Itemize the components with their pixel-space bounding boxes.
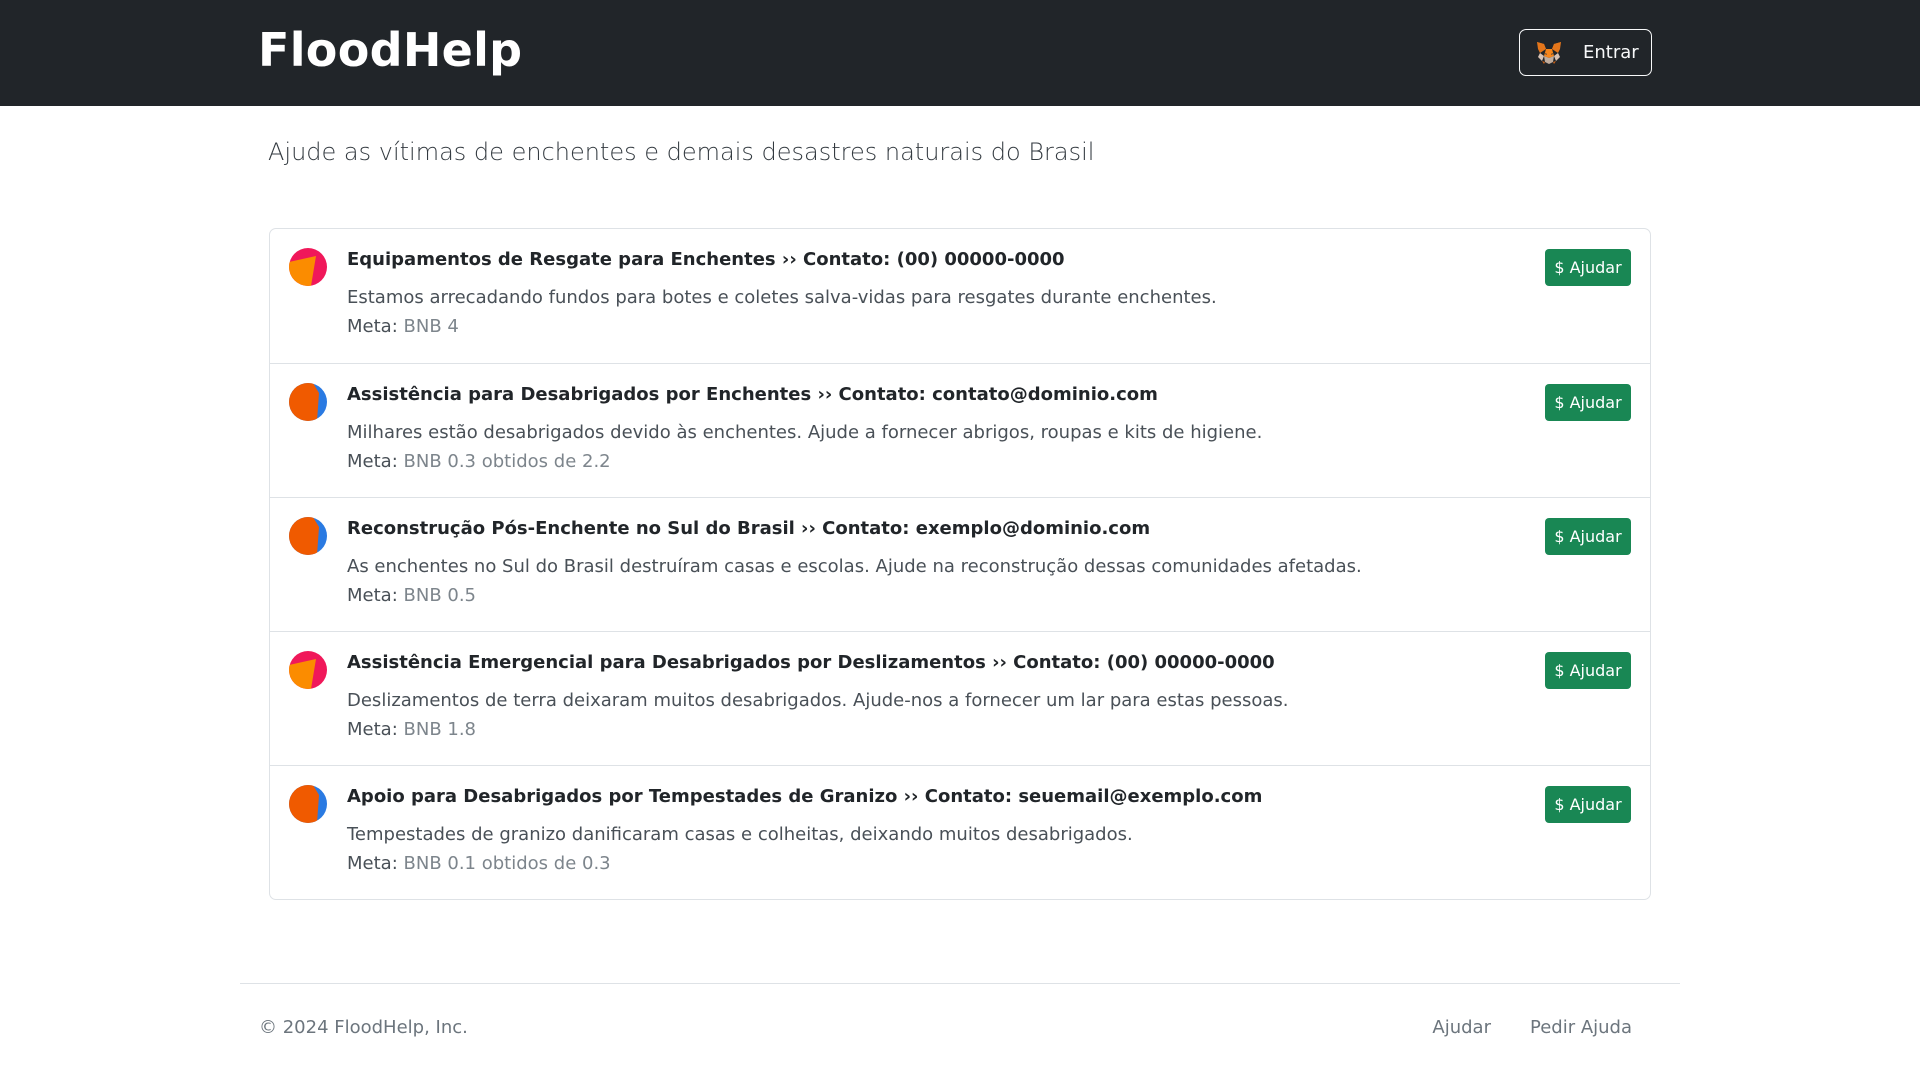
campaign-avatar-icon bbox=[289, 785, 327, 823]
campaign-description: Tempestades de granizo danificaram casas… bbox=[347, 824, 1133, 845]
goal-label: Meta: bbox=[347, 585, 398, 606]
campaign-title: Equipamentos de Resgate para Enchentes ›… bbox=[347, 249, 1065, 270]
goal-value: BNB 4 bbox=[403, 316, 459, 337]
avatar-shape bbox=[289, 517, 319, 555]
campaign-title: Assistência Emergencial para Desabrigado… bbox=[347, 652, 1275, 673]
campaign-description: Estamos arrecadando fundos para botes e … bbox=[347, 287, 1217, 308]
campaign-description: As enchentes no Sul do Brasil destruíram… bbox=[347, 556, 1362, 577]
footer-link-pedir-ajuda[interactable]: Pedir Ajuda bbox=[1530, 1017, 1632, 1038]
campaign-avatar-icon bbox=[289, 383, 327, 421]
campaign-item: Reconstrução Pós-Enchente no Sul do Bras… bbox=[270, 497, 1650, 631]
login-label: Entrar bbox=[1583, 42, 1639, 63]
avatar-shape bbox=[289, 383, 319, 421]
help-button[interactable]: $ Ajudar bbox=[1545, 652, 1631, 689]
goal-value: BNB 1.8 bbox=[403, 719, 477, 740]
footer-nav: Ajudar Pedir Ajuda bbox=[1432, 1017, 1632, 1038]
campaign-description: Milhares estão desabrigados devido às en… bbox=[347, 422, 1263, 443]
campaign-description: Deslizamentos de terra deixaram muitos d… bbox=[347, 690, 1289, 711]
avatar-shape bbox=[289, 785, 319, 823]
login-button[interactable]: Entrar bbox=[1519, 29, 1652, 76]
goal-label: Meta: bbox=[347, 316, 398, 337]
metamask-fox-icon bbox=[1536, 41, 1562, 65]
goal-value: BNB 0.5 bbox=[403, 585, 477, 606]
help-button[interactable]: $ Ajudar bbox=[1545, 249, 1631, 286]
page-tagline: Ajude as vítimas de enchentes e demais d… bbox=[268, 138, 1095, 166]
campaign-avatar-icon bbox=[289, 248, 327, 286]
campaign-goal: Meta: BNB 0.5 bbox=[347, 585, 476, 606]
campaign-title: Reconstrução Pós-Enchente no Sul do Bras… bbox=[347, 518, 1151, 539]
goal-label: Meta: bbox=[347, 451, 398, 472]
campaign-avatar-icon bbox=[289, 651, 327, 689]
campaign-item: Equipamentos de Resgate para Enchentes ›… bbox=[270, 229, 1650, 363]
campaign-goal: Meta: BNB 4 bbox=[347, 316, 459, 337]
brand-logo[interactable]: FloodHelp bbox=[258, 18, 522, 82]
footer-copyright: © 2024 FloodHelp, Inc. bbox=[259, 1017, 468, 1038]
goal-label: Meta: bbox=[347, 853, 398, 874]
campaign-goal: Meta: BNB 0.1 obtidos de 0.3 bbox=[347, 853, 611, 874]
campaign-goal: Meta: BNB 1.8 bbox=[347, 719, 476, 740]
help-button[interactable]: $ Ajudar bbox=[1545, 786, 1631, 823]
campaign-avatar-icon bbox=[289, 517, 327, 555]
campaign-title: Assistência para Desabrigados por Enchen… bbox=[347, 384, 1158, 405]
goal-label: Meta: bbox=[347, 719, 398, 740]
campaign-item: Assistência para Desabrigados por Enchen… bbox=[270, 363, 1650, 497]
campaign-item: Apoio para Desabrigados por Tempestades … bbox=[270, 765, 1650, 899]
top-navbar: FloodHelp Entrar bbox=[0, 0, 1920, 106]
footer-link-ajudar[interactable]: Ajudar bbox=[1432, 1017, 1491, 1038]
campaign-item: Assistência Emergencial para Desabrigado… bbox=[270, 631, 1650, 765]
campaign-title: Apoio para Desabrigados por Tempestades … bbox=[347, 786, 1263, 807]
footer-divider bbox=[240, 983, 1680, 984]
help-button[interactable]: $ Ajudar bbox=[1545, 384, 1631, 421]
goal-value: BNB 0.1 obtidos de 0.3 bbox=[403, 853, 611, 874]
campaign-list: Equipamentos de Resgate para Enchentes ›… bbox=[269, 228, 1651, 900]
goal-value: BNB 0.3 obtidos de 2.2 bbox=[403, 451, 611, 472]
help-button[interactable]: $ Ajudar bbox=[1545, 518, 1631, 555]
campaign-goal: Meta: BNB 0.3 obtidos de 2.2 bbox=[347, 451, 611, 472]
